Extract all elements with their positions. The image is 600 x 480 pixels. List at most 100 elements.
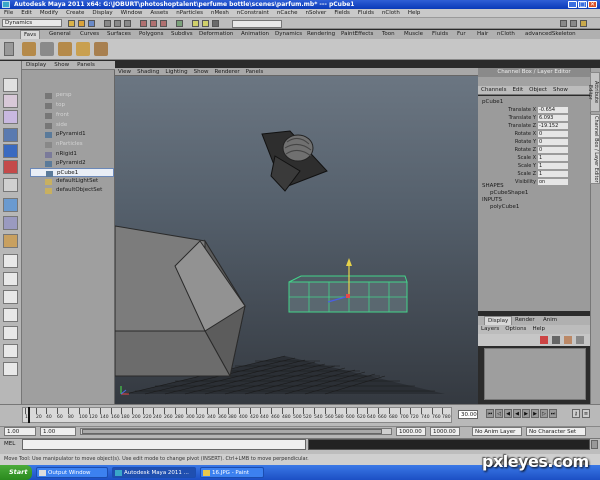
attr-scale-z[interactable]: Scale Z1 <box>480 171 588 178</box>
lasso-tool-icon[interactable] <box>3 94 18 108</box>
soft-modification-icon[interactable] <box>3 198 18 212</box>
layer-menu-options[interactable]: Options <box>502 325 529 334</box>
go-to-end-button[interactable]: ⏭ <box>549 409 557 418</box>
attr-scale-y[interactable]: Scale Y1 <box>480 163 588 170</box>
shelf-tab-advancedskeleton[interactable]: advancedSkeleton <box>522 30 579 39</box>
layout-persp-outliner-icon[interactable] <box>3 290 18 304</box>
attr-translate-x[interactable]: Translate X -0.654 <box>480 107 588 114</box>
snap-point-icon[interactable] <box>160 20 167 27</box>
outliner-item-front[interactable]: front <box>30 111 114 120</box>
key-icon[interactable]: ⚷ <box>572 409 580 418</box>
channel-menu-edit[interactable]: Edit <box>509 86 526 95</box>
select-component-icon[interactable] <box>124 20 131 27</box>
close-button[interactable]: ✕ <box>588 1 597 8</box>
menu-modify[interactable]: Modify <box>36 9 62 18</box>
attr-rotate-z[interactable]: Rotate Z0 <box>480 147 588 154</box>
go-to-start-button[interactable]: ⏮ <box>486 409 494 418</box>
save-scene-icon[interactable] <box>88 20 95 27</box>
preferences-icon[interactable]: ≡ <box>582 409 590 418</box>
attr-value-field[interactable]: -19.152 <box>538 123 568 129</box>
render-icon[interactable] <box>192 20 199 27</box>
shelf-tab-toon[interactable]: Toon <box>379 30 398 39</box>
show-manipulator-icon[interactable] <box>3 216 18 230</box>
taskbar-button-paint[interactable]: 16.JPG - Paint <box>200 467 264 478</box>
paint-select-tool-icon[interactable] <box>3 110 18 124</box>
start-button[interactable]: Start <box>0 465 32 480</box>
shelf-tab-deformation[interactable]: Deformation <box>196 30 236 39</box>
new-layer-selected-icon[interactable] <box>552 336 560 344</box>
shelf-tab-rendering[interactable]: Rendering <box>304 30 338 39</box>
minimize-button[interactable]: _ <box>568 1 577 8</box>
start-time-field[interactable]: 1.00 <box>4 427 36 436</box>
menu-nsolver[interactable]: nSolver <box>302 9 331 18</box>
time-ruler[interactable]: 1 20 40 60 80 100 120 140 160 180 200 220 240 260 280 3… <box>22 407 452 423</box>
ipr-render-icon[interactable] <box>202 20 209 27</box>
shelf-tab-general[interactable]: General <box>46 30 74 39</box>
show-channel-box-icon[interactable] <box>580 20 587 27</box>
step-forward-frame-button[interactable]: ▶ <box>531 409 539 418</box>
layer-tab-render[interactable]: Render <box>512 316 538 325</box>
side-tab-channel-box[interactable]: Channel Box / Layer Editor <box>590 114 600 184</box>
outliner-menu-panels[interactable]: Panels <box>73 61 99 70</box>
anim-layer-dropdown[interactable]: No Anim Layer <box>472 427 522 436</box>
shelf-item-icon[interactable] <box>40 42 54 56</box>
scale-tool-icon[interactable] <box>3 160 18 174</box>
layout-custom-icon[interactable] <box>3 344 18 358</box>
snap-curve-icon[interactable] <box>150 20 157 27</box>
shelf-menu-icon[interactable] <box>4 42 14 56</box>
layout-hypershade-icon[interactable] <box>3 326 18 340</box>
start-range-field[interactable]: 1.00 <box>40 427 76 436</box>
menu-nparticles[interactable]: nParticles <box>172 9 207 18</box>
shelf-tab-surfaces[interactable]: Surfaces <box>104 30 134 39</box>
attr-value-field[interactable]: on <box>538 179 568 185</box>
shelf-tab-ncloth[interactable]: nCloth <box>494 30 518 39</box>
attr-value-field[interactable]: 0 <box>538 147 568 153</box>
outliner-item-defaultlightset[interactable]: defaultLightSet <box>30 177 114 186</box>
shelf-tab-animation[interactable]: Animation <box>238 30 272 39</box>
layout-single-icon[interactable] <box>3 254 18 268</box>
attr-value-field[interactable]: 0 <box>538 131 568 137</box>
maximize-button[interactable]: □ <box>578 1 587 8</box>
layer-menu-layers[interactable]: Layers <box>478 325 502 334</box>
outliner-menu-show[interactable]: Show <box>50 61 73 70</box>
outliner-item-ppyramid2[interactable]: pPyramid2 <box>30 159 114 168</box>
attr-rotate-y[interactable]: Rotate Y0 <box>480 139 588 146</box>
menu-ncache[interactable]: nCache <box>273 9 302 18</box>
menu-create[interactable]: Create <box>62 9 88 18</box>
menu-assets[interactable]: Assets <box>146 9 172 18</box>
select-tool-icon[interactable] <box>3 78 18 92</box>
taskbar-button-maya[interactable]: Autodesk Maya 2011 ... <box>112 467 196 478</box>
outliner-menu-display[interactable]: Display <box>22 61 50 70</box>
layout-persp-graph-icon[interactable] <box>3 308 18 322</box>
step-back-key-button[interactable]: ◁ <box>495 409 503 418</box>
viewport-menu-panels[interactable]: Panels <box>243 68 267 76</box>
attr-value-field[interactable]: 0 <box>538 139 568 145</box>
command-language-label[interactable]: MEL <box>4 439 15 449</box>
attr-value-field[interactable]: 1 <box>538 171 568 177</box>
viewport-menu-show[interactable]: Show <box>191 68 212 76</box>
viewport-menu-renderer[interactable]: Renderer <box>211 68 242 76</box>
play-forwards-button[interactable]: ▶ <box>522 409 530 418</box>
outliner-item-nrigid1[interactable]: nRigid1 <box>30 150 114 159</box>
step-back-frame-button[interactable]: ◀ <box>504 409 512 418</box>
step-forward-key-button[interactable]: ▷ <box>540 409 548 418</box>
outliner-item-defaultobjectset[interactable]: defaultObjectSet <box>30 186 114 195</box>
shelf-item-icon[interactable] <box>94 42 108 56</box>
shelf-tab-subdivs[interactable]: Subdivs <box>168 30 196 39</box>
select-hierarchy-icon[interactable] <box>104 20 111 27</box>
end-range-field[interactable]: 1000.00 <box>396 427 426 436</box>
menu-nmesh[interactable]: nMesh <box>207 9 233 18</box>
viewport-menu-shading[interactable]: Shading <box>134 68 162 76</box>
history-icon[interactable] <box>176 20 183 27</box>
last-tool-icon[interactable] <box>3 234 18 248</box>
attr-value-field[interactable]: 1 <box>538 163 568 169</box>
menu-set-dropdown[interactable]: Dynamics <box>2 19 62 27</box>
shelf-tab-polygons[interactable]: Polygons <box>136 30 166 39</box>
command-input[interactable] <box>22 439 306 450</box>
layer-options-icon[interactable] <box>564 336 572 344</box>
open-scene-icon[interactable] <box>78 20 85 27</box>
current-time-marker[interactable] <box>28 407 30 423</box>
perspective-viewport[interactable] <box>115 76 478 404</box>
shelf-item-icon[interactable] <box>58 42 72 56</box>
channel-menu-object[interactable]: Object <box>526 86 550 95</box>
